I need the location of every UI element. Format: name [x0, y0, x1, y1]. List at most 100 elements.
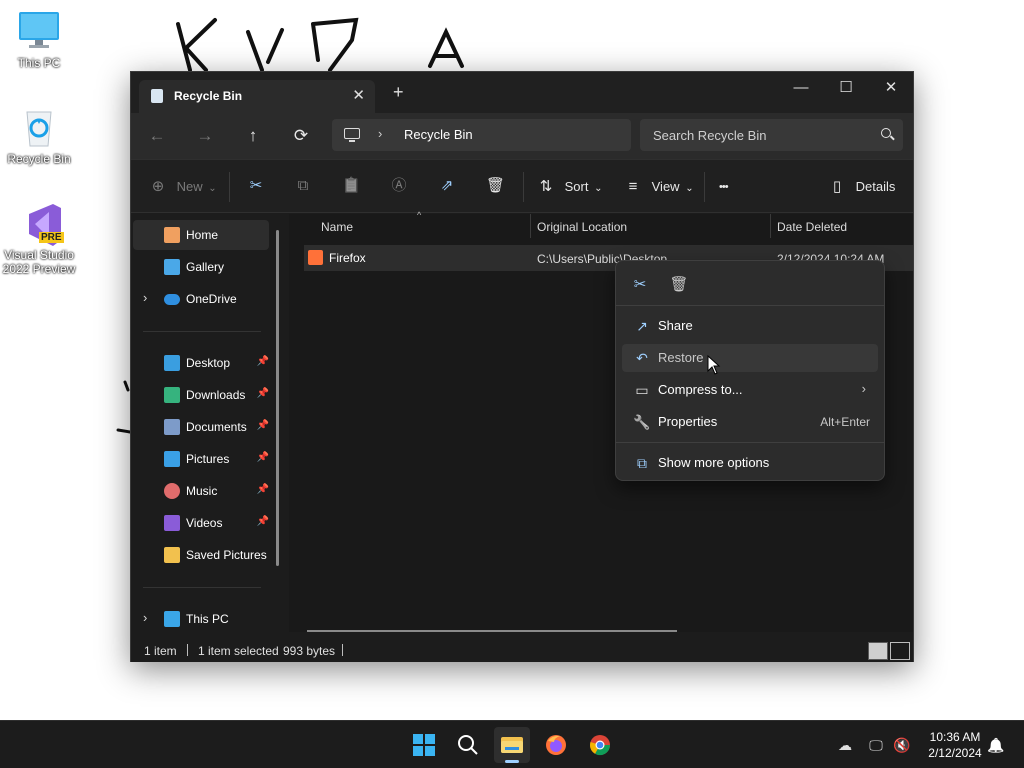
selection-info: 1 item selected: [198, 644, 279, 658]
pin-icon[interactable]: 📌: [257, 452, 269, 463]
menu-item-label: Share: [658, 318, 693, 333]
cut-icon[interactable]: ✂: [625, 273, 655, 297]
archive-icon: ▭: [635, 382, 649, 398]
close-tab-icon[interactable]: ✕: [352, 86, 365, 104]
menu-item-show-more-options[interactable]: ⧉ Show more options: [622, 449, 878, 477]
column-header-name[interactable]: Name: [321, 220, 353, 234]
chevron-right-icon[interactable]: ›: [143, 610, 147, 625]
network-icon[interactable]: 🖵: [867, 736, 885, 754]
nav-item-pictures[interactable]: Pictures 📌: [133, 444, 269, 474]
taskbar-search-button[interactable]: [450, 727, 486, 763]
desktop-icon-this-pc[interactable]: This PC: [1, 8, 77, 70]
document-icon: [164, 419, 180, 435]
menu-item-restore[interactable]: ↶ Restore: [622, 344, 878, 372]
cut-icon[interactable]: ✂: [247, 177, 265, 195]
nav-scrollbar[interactable]: [276, 230, 279, 566]
status-separator: [342, 644, 343, 656]
address-field[interactable]: › Recycle Bin: [332, 119, 631, 151]
nav-item-label: Home: [186, 228, 219, 242]
tab-recycle-bin[interactable]: Recycle Bin ✕: [139, 80, 375, 113]
desktop-icon-recycle-bin[interactable]: Recycle Bin: [1, 104, 77, 166]
nav-item-desktop[interactable]: Desktop 📌: [133, 348, 269, 378]
chevron-right-icon[interactable]: ›: [143, 290, 147, 305]
up-button[interactable]: ↑: [241, 124, 265, 148]
pin-icon[interactable]: 📌: [257, 388, 269, 399]
nav-item-documents[interactable]: Documents 📌: [133, 412, 269, 442]
menu-item-properties[interactable]: 🔧 Properties Alt+Enter: [622, 408, 878, 436]
rename-icon[interactable]: Ⓐ: [390, 177, 408, 195]
chevron-right-icon: ›: [861, 381, 866, 396]
menu-item-compress[interactable]: ▭ Compress to... ›: [622, 376, 878, 404]
tiles-view-toggle[interactable]: [890, 642, 910, 660]
start-button[interactable]: [406, 727, 442, 763]
nav-item-saved-pictures[interactable]: Saved Pictures: [133, 540, 269, 570]
nav-item-onedrive[interactable]: › OneDrive: [133, 284, 269, 314]
menu-item-share[interactable]: ↗ Share: [622, 312, 878, 340]
nav-item-label: Desktop: [186, 356, 231, 370]
close-window-button[interactable]: ✕: [876, 77, 906, 99]
windows-logo-icon: [413, 734, 435, 756]
delete-icon[interactable]: 🗑: [664, 273, 694, 297]
share-icon[interactable]: ⇗: [438, 177, 456, 195]
refresh-button[interactable]: ⟳: [289, 124, 313, 148]
forward-button[interactable]: →: [193, 124, 217, 148]
wrench-icon: 🔧: [633, 414, 651, 430]
nav-divider: [143, 587, 261, 588]
back-button[interactable]: ←: [145, 124, 169, 148]
column-separator[interactable]: [770, 214, 771, 238]
volume-muted-icon[interactable]: 🔇: [893, 736, 911, 754]
item-count: 1 item: [144, 644, 177, 658]
taskbar-file-explorer[interactable]: [494, 727, 530, 763]
clock[interactable]: 10:36 AM 2/12/2024: [920, 729, 990, 761]
nav-item-downloads[interactable]: Downloads 📌: [133, 380, 269, 410]
nav-item-videos[interactable]: Videos 📌: [133, 508, 269, 538]
maximize-button[interactable]: ☐: [831, 77, 861, 99]
nav-item-label: Videos: [186, 516, 223, 530]
home-icon: [164, 227, 180, 243]
column-header-date-deleted[interactable]: Date Deleted: [777, 220, 847, 234]
desktop-icon-label: Visual Studio 2022 Preview: [2, 248, 76, 276]
details-view-toggle[interactable]: [868, 642, 888, 660]
new-tab-button[interactable]: +: [393, 83, 404, 101]
taskbar-chrome[interactable]: [582, 727, 618, 763]
column-header-original-location[interactable]: Original Location: [537, 220, 627, 234]
breadcrumb-recycle-bin[interactable]: Recycle Bin: [404, 127, 473, 142]
computer-icon: [344, 128, 360, 142]
new-button[interactable]: ⊕ New ⌄: [149, 177, 217, 197]
copy-icon[interactable]: ⧉: [294, 177, 312, 195]
clock-time: 10:36 AM: [929, 730, 981, 744]
gallery-icon: [164, 259, 180, 275]
horizontal-scrollbar[interactable]: [307, 630, 677, 632]
chevron-down-icon: ⌄: [594, 183, 603, 194]
delete-icon[interactable]: 🗑: [486, 177, 505, 195]
view-icon: ≡: [628, 178, 638, 195]
sort-button[interactable]: ⇅ Sort ⌄: [537, 177, 603, 197]
notification-bell-icon[interactable]: 🔔: [987, 736, 1005, 754]
desktop-icon-visual-studio[interactable]: PRE Visual Studio 2022 Preview: [1, 200, 77, 276]
nav-item-home[interactable]: Home: [133, 220, 269, 250]
nav-item-gallery[interactable]: Gallery: [133, 252, 269, 282]
taskbar-firefox[interactable]: [538, 727, 574, 763]
more-options-icon[interactable]: •••: [719, 177, 729, 197]
pin-icon[interactable]: 📌: [257, 356, 269, 367]
clock-date: 2/12/2024: [928, 746, 982, 760]
pin-icon[interactable]: 📌: [257, 420, 269, 431]
pin-icon[interactable]: 📌: [257, 516, 269, 527]
pin-icon[interactable]: 📌: [257, 484, 269, 495]
cloud-sync-icon[interactable]: ☁: [836, 736, 854, 754]
view-button[interactable]: ≡ View ⌄: [624, 177, 694, 197]
column-separator[interactable]: [530, 214, 531, 238]
nav-item-this-pc[interactable]: › This PC: [133, 604, 269, 634]
toolbar-separator: [704, 172, 705, 202]
taskbar: ☁ 🖵 🔇 10:36 AM 2/12/2024 🔔: [0, 720, 1024, 768]
chevron-right-icon: ›: [378, 126, 383, 141]
nav-item-label: Downloads: [186, 388, 246, 402]
minimize-button[interactable]: —: [786, 77, 816, 99]
preview-badge: PRE: [39, 232, 64, 243]
details-pane-button[interactable]: ▯ Details: [828, 177, 896, 197]
paste-icon[interactable]: 📋: [342, 177, 361, 195]
status-bar: 1 item 1 item selected 993 bytes: [131, 640, 913, 662]
nav-item-music[interactable]: Music 📌: [133, 476, 269, 506]
file-explorer-icon: [501, 737, 523, 753]
search-input[interactable]: [640, 119, 903, 151]
